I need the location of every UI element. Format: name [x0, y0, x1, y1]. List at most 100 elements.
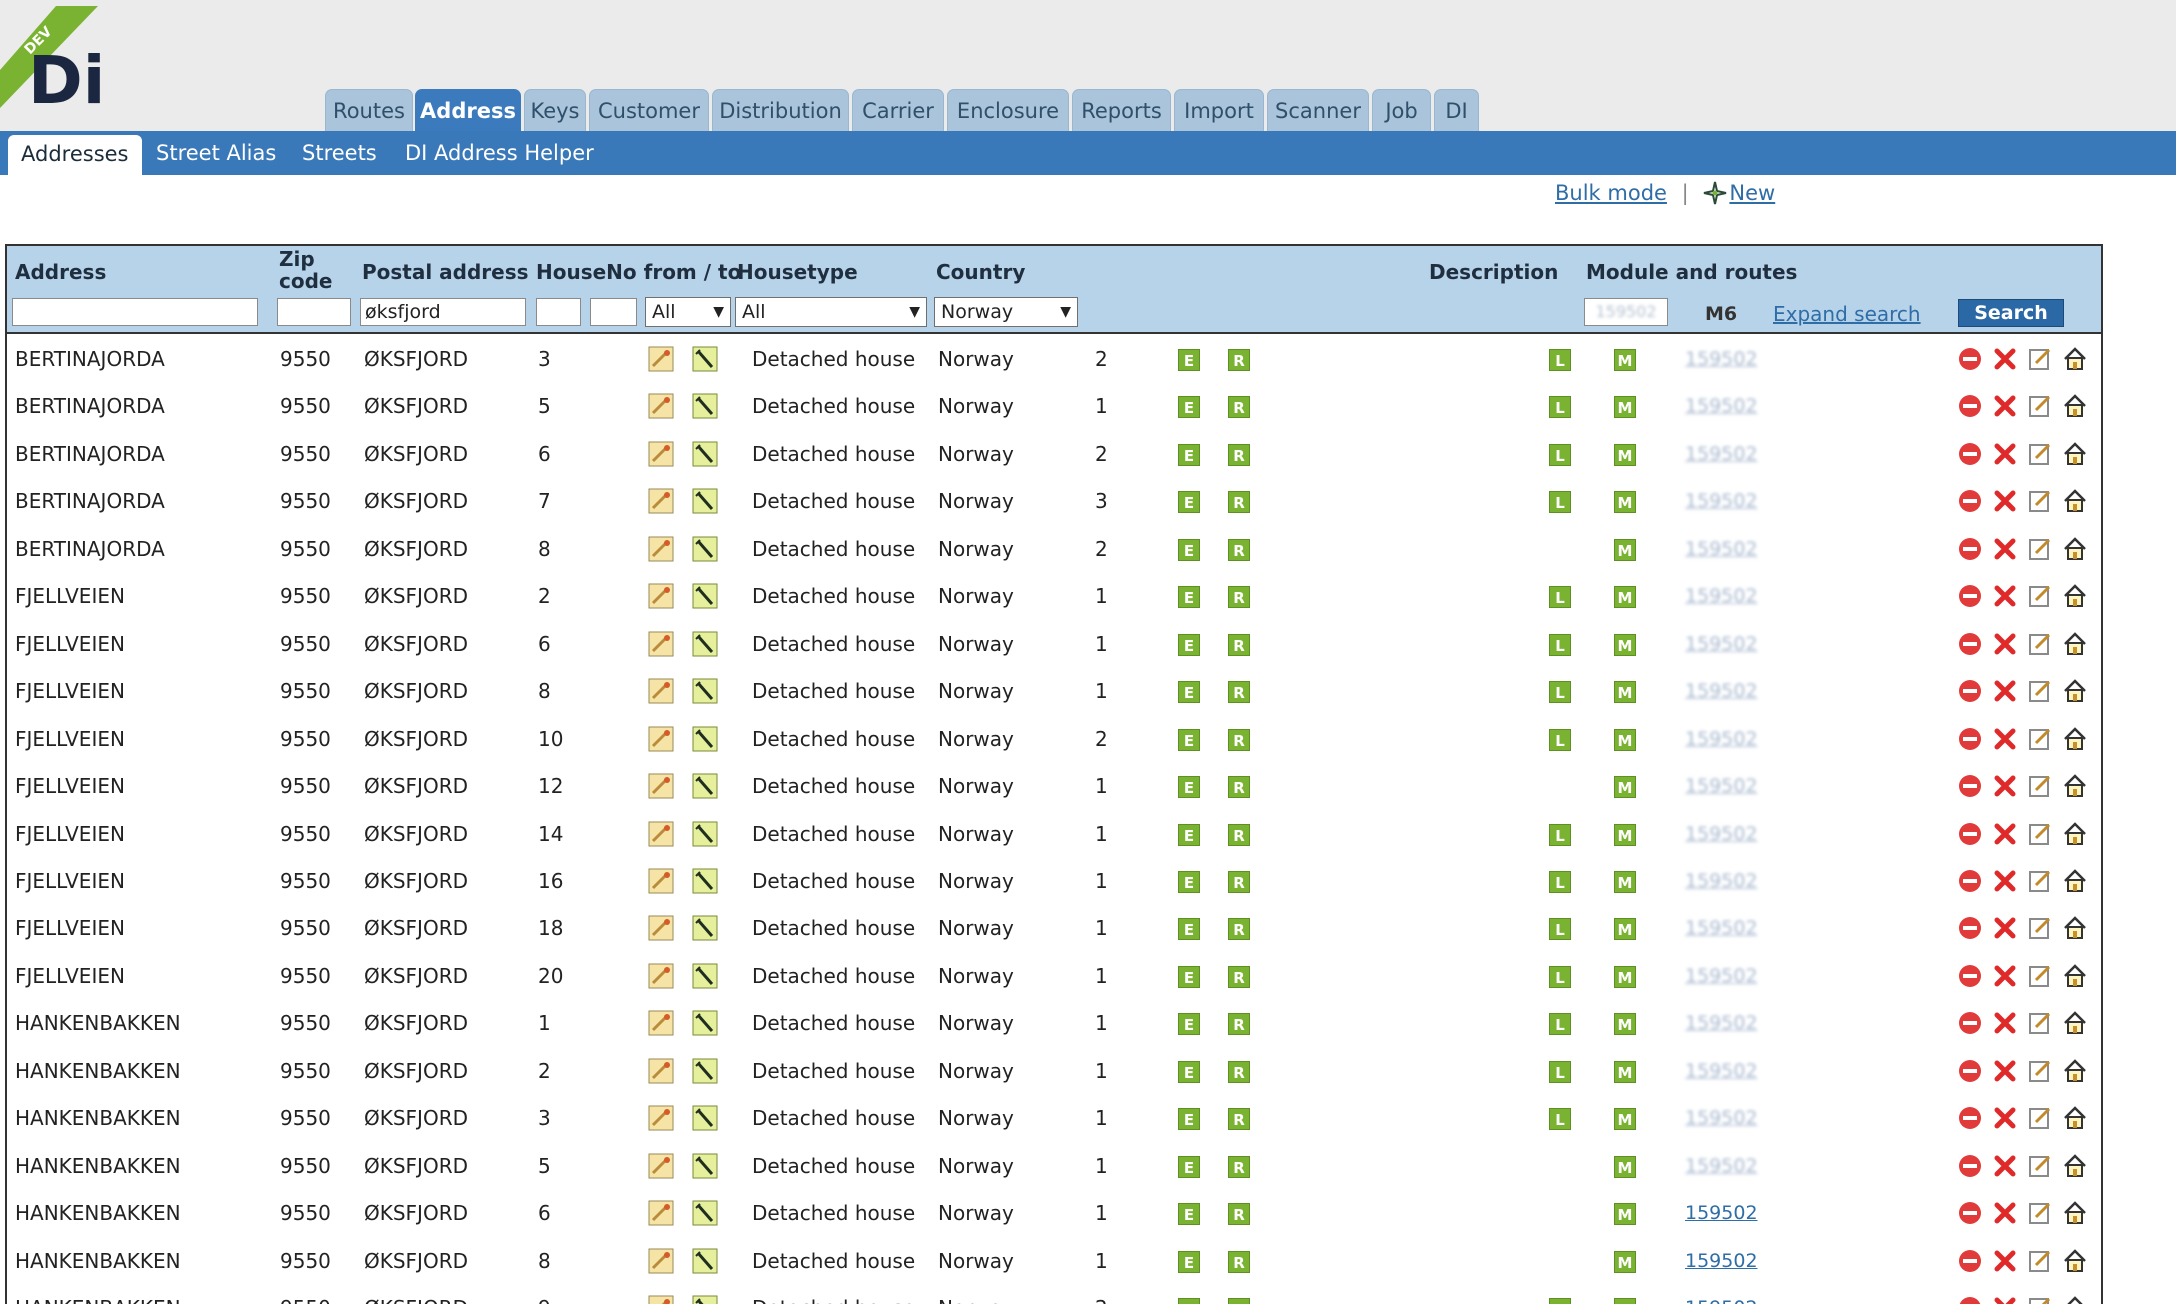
deactivate-icon[interactable]: [1957, 393, 1983, 419]
route-link[interactable]: 159502: [1685, 431, 1758, 478]
delete-icon[interactable]: [1992, 488, 2018, 514]
edit-icon[interactable]: [2027, 441, 2053, 467]
table-row[interactable]: HANKENBAKKEN 9550 ØKSFJORD 1 Detached house N…: [7, 1000, 2101, 1047]
subtab-streets[interactable]: Streets: [298, 131, 381, 175]
subtab-addresses[interactable]: Addresses: [8, 135, 142, 175]
r-badge[interactable]: R: [1228, 491, 1250, 514]
l-badge[interactable]: L: [1549, 1013, 1571, 1036]
map-edit-icon[interactable]: [692, 1200, 718, 1226]
table-row[interactable]: HANKENBAKKEN 9550 ØKSFJORD 8 Detached house N…: [7, 1238, 2101, 1285]
delete-icon[interactable]: [1992, 1295, 2018, 1304]
map-edit-icon[interactable]: [692, 726, 718, 752]
tab-address[interactable]: Address: [415, 89, 521, 131]
map-pin-icon[interactable]: [648, 1153, 674, 1179]
house-to-input[interactable]: [590, 298, 637, 326]
tab-scanner[interactable]: Scanner: [1267, 89, 1369, 131]
delete-icon[interactable]: [1992, 631, 2018, 657]
map-edit-icon[interactable]: [692, 1105, 718, 1131]
map-pin-icon[interactable]: [648, 488, 674, 514]
r-badge[interactable]: R: [1228, 918, 1250, 941]
r-badge[interactable]: R: [1228, 1060, 1250, 1083]
map-pin-icon[interactable]: [648, 393, 674, 419]
deactivate-icon[interactable]: [1957, 821, 1983, 847]
l-badge[interactable]: L: [1549, 491, 1571, 514]
l-badge[interactable]: L: [1549, 681, 1571, 704]
e-badge[interactable]: E: [1178, 728, 1200, 751]
tab-carrier[interactable]: Carrier: [852, 89, 944, 131]
tab-enclosure[interactable]: Enclosure: [947, 89, 1069, 131]
e-badge[interactable]: E: [1178, 1203, 1200, 1226]
table-row[interactable]: FJELLVEIEN 9550 ØKSFJORD 16 Detached house No…: [7, 858, 2101, 905]
edit-icon[interactable]: [2027, 631, 2053, 657]
map-pin-icon[interactable]: [648, 1010, 674, 1036]
deactivate-icon[interactable]: [1957, 773, 1983, 799]
m-badge[interactable]: M: [1614, 538, 1636, 561]
route-link[interactable]: 159502: [1685, 668, 1758, 715]
map-edit-icon[interactable]: [692, 346, 718, 372]
deactivate-icon[interactable]: [1957, 583, 1983, 609]
map-edit-icon[interactable]: [692, 868, 718, 894]
e-badge[interactable]: E: [1178, 633, 1200, 656]
house-icon[interactable]: [2062, 678, 2088, 704]
map-pin-icon[interactable]: [648, 773, 674, 799]
table-row[interactable]: HANKENBAKKEN 9550 ØKSFJORD 9 Detached house N…: [7, 1285, 2101, 1304]
deactivate-icon[interactable]: [1957, 536, 1983, 562]
m-badge[interactable]: M: [1614, 1155, 1636, 1178]
r-badge[interactable]: R: [1228, 1155, 1250, 1178]
map-edit-icon[interactable]: [692, 1010, 718, 1036]
r-badge[interactable]: R: [1228, 823, 1250, 846]
tab-routes[interactable]: Routes: [325, 89, 413, 131]
table-row[interactable]: FJELLVEIEN 9550 ØKSFJORD 18 Detached house No…: [7, 905, 2101, 952]
table-row[interactable]: HANKENBAKKEN 9550 ØKSFJORD 2 Detached house N…: [7, 1048, 2101, 1095]
table-row[interactable]: HANKENBAKKEN 9550 ØKSFJORD 3 Detached house N…: [7, 1095, 2101, 1142]
route-link[interactable]: 159502: [1685, 858, 1758, 905]
postal-filter-input[interactable]: øksfjord: [360, 298, 526, 326]
l-badge[interactable]: L: [1549, 396, 1571, 419]
e-badge[interactable]: E: [1178, 1060, 1200, 1083]
m-badge[interactable]: M: [1614, 776, 1636, 799]
house-icon[interactable]: [2062, 583, 2088, 609]
map-pin-icon[interactable]: [648, 631, 674, 657]
map-edit-icon[interactable]: [692, 1153, 718, 1179]
route-link[interactable]: 159502: [1685, 336, 1758, 383]
map-pin-icon[interactable]: [648, 1105, 674, 1131]
edit-icon[interactable]: [2027, 1010, 2053, 1036]
deactivate-icon[interactable]: [1957, 1248, 1983, 1274]
delete-icon[interactable]: [1992, 821, 2018, 847]
m-badge[interactable]: M: [1614, 1060, 1636, 1083]
tab-reports[interactable]: Reports: [1072, 89, 1171, 131]
map-edit-icon[interactable]: [692, 1058, 718, 1084]
delete-icon[interactable]: [1992, 346, 2018, 372]
table-row[interactable]: FJELLVEIEN 9550 ØKSFJORD 14 Detached house No…: [7, 811, 2101, 858]
table-row[interactable]: FJELLVEIEN 9550 ØKSFJORD 10 Detached house No…: [7, 716, 2101, 763]
route-link[interactable]: 159502: [1685, 716, 1758, 763]
edit-icon[interactable]: [2027, 536, 2053, 562]
r-badge[interactable]: R: [1228, 1203, 1250, 1226]
deactivate-icon[interactable]: [1957, 346, 1983, 372]
map-pin-icon[interactable]: [648, 726, 674, 752]
delete-icon[interactable]: [1992, 915, 2018, 941]
map-pin-icon[interactable]: [648, 915, 674, 941]
table-row[interactable]: FJELLVEIEN 9550 ØKSFJORD 20 Detached house No…: [7, 953, 2101, 1000]
map-edit-icon[interactable]: [692, 915, 718, 941]
delete-icon[interactable]: [1992, 726, 2018, 752]
map-pin-icon[interactable]: [648, 1248, 674, 1274]
house-icon[interactable]: [2062, 821, 2088, 847]
edit-icon[interactable]: [2027, 1248, 2053, 1274]
e-badge[interactable]: E: [1178, 918, 1200, 941]
deactivate-icon[interactable]: [1957, 1010, 1983, 1036]
m-badge[interactable]: M: [1614, 1250, 1636, 1273]
module-filter-input[interactable]: 159502: [1584, 298, 1668, 326]
subtab-di-address-helper[interactable]: DI Address Helper: [401, 131, 598, 175]
deactivate-icon[interactable]: [1957, 1153, 1983, 1179]
tab-customer[interactable]: Customer: [589, 89, 709, 131]
tab-distribution[interactable]: Distribution: [712, 89, 849, 131]
delete-icon[interactable]: [1992, 868, 2018, 894]
new-icon[interactable]: [1703, 181, 1727, 205]
l-badge[interactable]: L: [1549, 870, 1571, 893]
m-badge[interactable]: M: [1614, 396, 1636, 419]
deactivate-icon[interactable]: [1957, 1105, 1983, 1131]
m-badge[interactable]: M: [1614, 633, 1636, 656]
delete-icon[interactable]: [1992, 583, 2018, 609]
m-badge[interactable]: M: [1614, 965, 1636, 988]
